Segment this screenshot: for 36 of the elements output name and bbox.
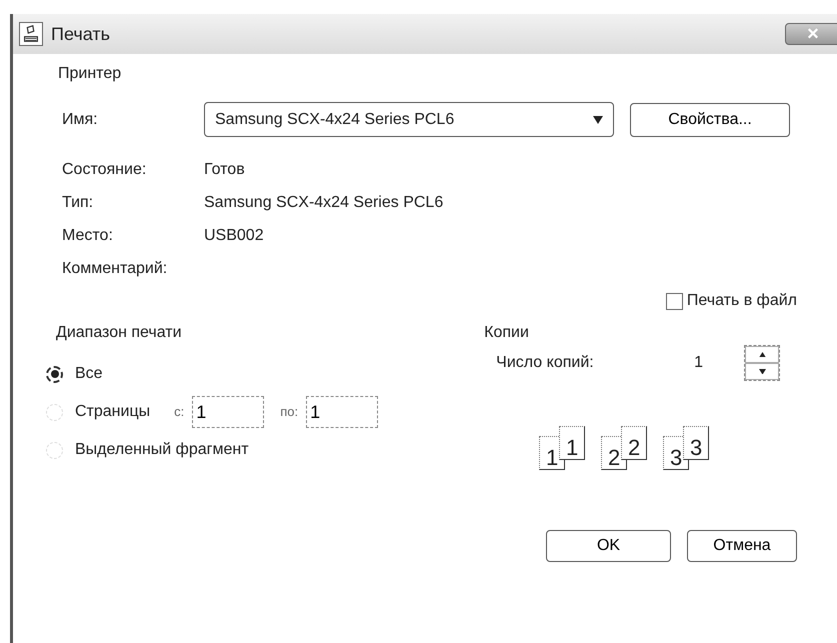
dropdown-caret-icon bbox=[593, 116, 603, 124]
from-label: с: bbox=[174, 403, 184, 422]
to-label: по: bbox=[280, 403, 298, 422]
printer-dropdown[interactable]: Samsung SCX-4x24 Series PCL6 bbox=[204, 102, 614, 137]
copies-value: 1 bbox=[694, 353, 704, 373]
to-field[interactable]: 1 bbox=[306, 396, 378, 428]
properties-button[interactable]: Свойства... bbox=[630, 102, 790, 136]
radio-button[interactable] bbox=[46, 366, 63, 382]
info-value: USB002 bbox=[204, 226, 264, 246]
printer-icon bbox=[19, 22, 43, 46]
dialog-button[interactable]: Отмена bbox=[687, 530, 797, 562]
down-arrow-icon bbox=[758, 368, 766, 374]
checkbox-label: Печать в файл bbox=[686, 291, 797, 311]
dialog-button[interactable]: OK bbox=[546, 530, 671, 562]
section-heading: Принтер bbox=[58, 64, 122, 84]
copies-label: Число копий: bbox=[496, 353, 595, 373]
checkbox[interactable] bbox=[666, 292, 683, 310]
up-arrow-icon bbox=[758, 352, 766, 358]
spin-control[interactable] bbox=[744, 345, 780, 381]
info-label: Место: bbox=[62, 226, 114, 246]
info-label: Тип: bbox=[62, 192, 94, 212]
info-value: Готов bbox=[204, 160, 245, 180]
page-sheet: 2 bbox=[621, 426, 648, 460]
page-sheet: 3 bbox=[683, 426, 710, 460]
page-sheet: 1 bbox=[559, 426, 586, 460]
name-label: Имя: bbox=[62, 110, 99, 130]
radio-label: Страницы bbox=[75, 402, 150, 422]
section-heading: Копии bbox=[484, 323, 529, 343]
radio-label: Все bbox=[75, 364, 103, 384]
info-value: Samsung SCX-4x24 Series PCL6 bbox=[204, 192, 444, 212]
from-field[interactable]: 1 bbox=[192, 396, 264, 428]
info-label: Состояние: bbox=[62, 160, 148, 180]
section-heading: Диапазон печати bbox=[56, 323, 182, 343]
radio-label: Выделенный фрагмент bbox=[75, 440, 249, 460]
info-label: Комментарий: bbox=[62, 258, 168, 278]
window-title: Печать bbox=[51, 22, 110, 46]
